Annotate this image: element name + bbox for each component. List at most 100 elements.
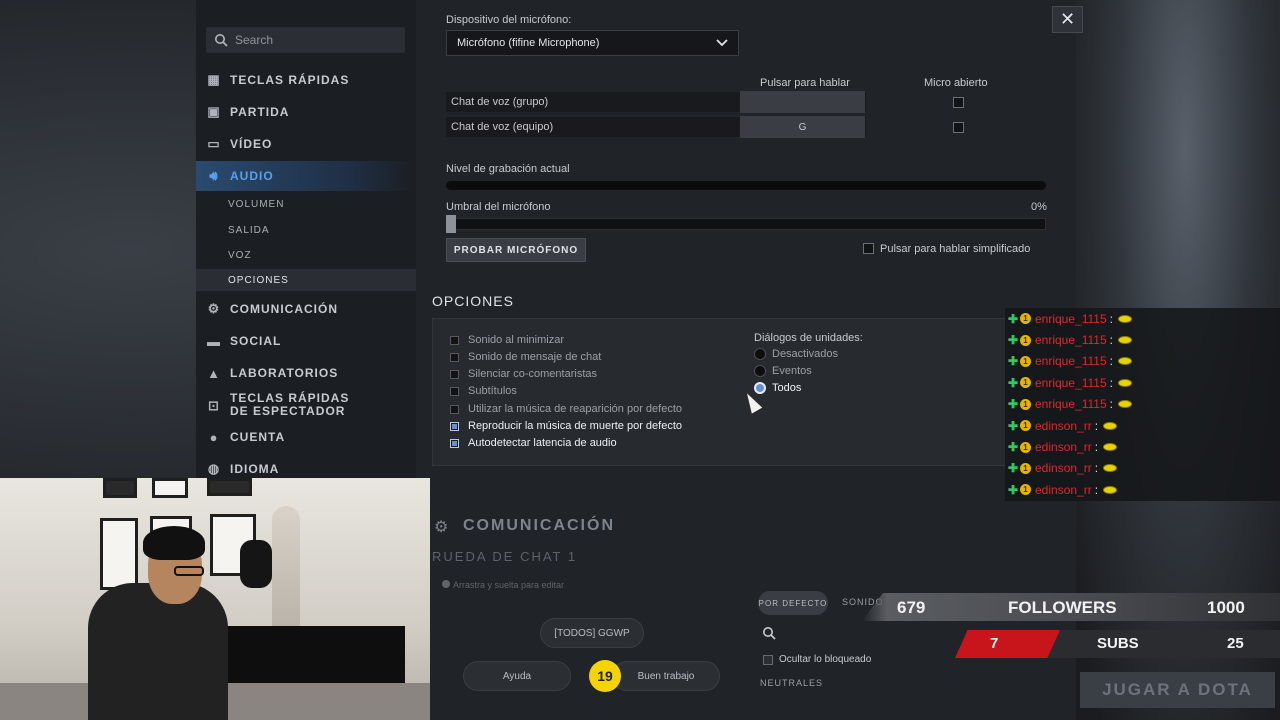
- sidebar-item-spectator-hotkeys[interactable]: ⊡ TECLAS RÁPIDAS DE ESPECTADOR: [196, 388, 416, 422]
- sidebar-sub-output[interactable]: SALIDA: [196, 219, 416, 241]
- chat-icon: ▬: [207, 333, 221, 349]
- checkbox-checked[interactable]: [450, 438, 459, 448]
- radio-dot[interactable]: [754, 348, 766, 360]
- emote-icon: [1103, 421, 1118, 430]
- simplified-ptt-label: Pulsar para hablar simplificado: [880, 243, 1031, 255]
- rec-level-bar: [446, 181, 1046, 190]
- sidebar-sub-volume[interactable]: VOLUMEN: [196, 193, 416, 215]
- option-mute-cocasters[interactable]: Silenciar co-comentaristas: [450, 367, 597, 381]
- open-mic-party-checkbox[interactable]: [953, 97, 964, 108]
- chat-username: enrique_1115: [1035, 375, 1107, 390]
- checkbox[interactable]: [450, 386, 459, 396]
- radio-events[interactable]: Eventos: [754, 364, 812, 378]
- subs-goal-fill: [955, 630, 1060, 658]
- sidebar-item-video[interactable]: ▭ VÍDEO: [196, 129, 416, 159]
- threshold-label: Umbral del micrófono: [446, 201, 551, 213]
- simplified-ptt-checkbox[interactable]: [863, 243, 874, 254]
- neutral-header: NEUTRALES: [760, 678, 824, 688]
- sidebar-item-communication[interactable]: ⚙ COMUNICACIÓN: [196, 294, 416, 324]
- streamer-body: [88, 583, 228, 720]
- chat-badge: 1: [1020, 334, 1031, 346]
- user-icon: ●: [209, 429, 219, 445]
- game-icon: ▣: [207, 104, 221, 119]
- info-icon: [442, 580, 450, 588]
- stream-chat-overlay: ✚ 1 enrique_1115: ✚ 1 enrique_1115: ✚ 1 enriqu…: [1005, 308, 1280, 501]
- sidebar-item-social[interactable]: ▬ SOCIAL: [196, 326, 416, 356]
- radio-dot[interactable]: [754, 365, 766, 377]
- threshold-slider-thumb[interactable]: [446, 215, 456, 233]
- sidebar-item-hotkeys[interactable]: ▦ TECLAS RÁPIDAS: [196, 65, 416, 95]
- plus-icon: ✚: [1008, 440, 1019, 455]
- option-label: Subtítulos: [468, 385, 517, 397]
- sidebar-item-audio[interactable]: 🔊︎ AUDIO: [196, 161, 416, 191]
- radio-label: Eventos: [772, 365, 812, 377]
- wheel-slot-good-job[interactable]: Buen trabajo: [612, 661, 720, 691]
- threshold-value: 0%: [1031, 201, 1047, 213]
- mic-device-dropdown[interactable]: Micrófono (fifine Microphone): [446, 30, 739, 56]
- chat-message: ✚ 1 edinson_rr:: [1005, 457, 1280, 480]
- hide-blocked-toggle[interactable]: Ocultar lo bloqueado: [763, 654, 871, 665]
- subs-label: SUBS: [1097, 635, 1139, 652]
- sidebar-item-game[interactable]: ▣ PARTIDA: [196, 97, 416, 127]
- radio-label: Desactivados: [772, 348, 839, 360]
- plus-icon: ✚: [1008, 354, 1019, 369]
- chat-username: edinson_rr: [1035, 440, 1092, 455]
- sidebar-item-labs[interactable]: ▲ LABORATORIOS: [196, 358, 416, 388]
- plus-icon: ✚: [1008, 311, 1019, 326]
- options-title: OPCIONES: [432, 293, 514, 309]
- search-input[interactable]: [235, 33, 395, 47]
- checkbox[interactable]: [450, 335, 459, 345]
- open-mic-team-checkbox[interactable]: [953, 122, 964, 133]
- tab-default[interactable]: POR DEFECTO: [758, 591, 828, 615]
- wheel-slot-help[interactable]: Ayuda: [463, 661, 571, 691]
- checkbox[interactable]: [450, 404, 459, 414]
- play-dota-button[interactable]: JUGAR A DOTA: [1080, 672, 1275, 708]
- chat-colon: :: [1109, 375, 1113, 390]
- wheel-slot-ggwp[interactable]: [TODOS] GGWP: [540, 618, 644, 648]
- close-button[interactable]: ✕: [1052, 6, 1083, 33]
- radio-all[interactable]: Todos: [754, 381, 801, 395]
- checkbox[interactable]: [450, 352, 459, 362]
- flask-icon: ▲: [207, 365, 221, 381]
- speaker-icon: 🔊︎: [209, 168, 219, 183]
- option-minimize-sound[interactable]: Sonido al minimizar: [450, 333, 564, 347]
- search-box[interactable]: [206, 27, 405, 53]
- checkbox-checked[interactable]: [450, 421, 459, 431]
- option-chat-sound[interactable]: Sonido de mensaje de chat: [450, 350, 601, 364]
- checkbox[interactable]: [450, 369, 459, 379]
- option-label: Autodetectar latencia de audio: [468, 437, 617, 449]
- keybind-team[interactable]: G: [740, 116, 865, 138]
- mic-device-label: Dispositivo del micrófono:: [446, 14, 572, 26]
- sidebar-sub-voice[interactable]: VOZ: [196, 244, 416, 266]
- threshold-slider-track[interactable]: [446, 218, 1046, 230]
- chat-username: edinson_rr: [1035, 418, 1092, 433]
- option-label: Silenciar co-comentaristas: [468, 368, 597, 380]
- followers-current: 679: [897, 598, 926, 617]
- chat-badge: 1: [1020, 484, 1031, 496]
- plus-icon: ✚: [1008, 482, 1019, 497]
- chat-colon: :: [1109, 311, 1113, 326]
- sidebar-sub-options[interactable]: OPCIONES: [196, 269, 416, 291]
- plus-icon: ✚: [1008, 461, 1019, 476]
- radio-disabled[interactable]: Desactivados: [754, 347, 838, 361]
- checkbox[interactable]: [763, 654, 773, 665]
- search-icon: [763, 627, 776, 640]
- followers-goal: 1000: [1207, 598, 1245, 617]
- test-mic-button[interactable]: PROBAR MICRÓFONO: [446, 238, 586, 262]
- drag-hint: Arrastra y suelta para editar: [442, 580, 564, 590]
- chat-message: ✚ 1 edinson_rr:: [1005, 479, 1280, 501]
- option-death-music[interactable]: Reproducir la música de muerte por defec…: [450, 419, 682, 433]
- sidebar-item-account[interactable]: ● CUENTA: [196, 422, 416, 452]
- voice-row-label: Chat de voz (equipo): [451, 121, 554, 133]
- radio-dot-selected[interactable]: [754, 382, 766, 394]
- option-subtitles[interactable]: Subtítulos: [450, 384, 517, 398]
- wall-poster: [207, 478, 252, 496]
- emote-icon: [1117, 336, 1132, 345]
- keybind-party[interactable]: [740, 91, 865, 113]
- option-respawn-music[interactable]: Utilizar la música de reaparición por de…: [450, 402, 682, 416]
- option-auto-latency[interactable]: Autodetectar latencia de audio: [450, 436, 617, 450]
- subs-goal: 25: [1227, 635, 1244, 652]
- chat-message: ✚ 1 enrique_1115:: [1005, 393, 1280, 415]
- sidebar-item-label: IDIOMA: [230, 462, 280, 476]
- sidebar-item-label: TECLAS RÁPIDAS: [230, 73, 350, 87]
